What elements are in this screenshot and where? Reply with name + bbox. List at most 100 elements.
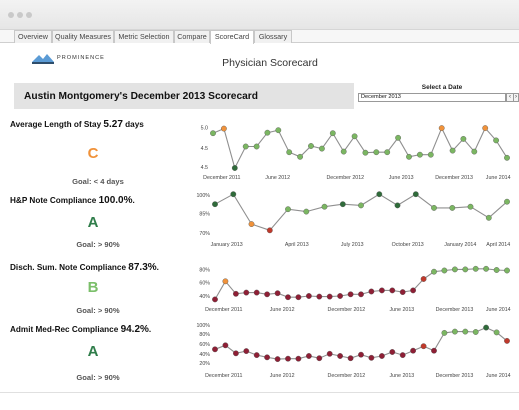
data-point[interactable] — [482, 125, 489, 132]
data-point[interactable] — [472, 329, 479, 335]
data-point[interactable] — [483, 324, 489, 331]
data-point[interactable] — [286, 149, 293, 156]
data-point[interactable] — [321, 203, 328, 210]
tab-glossary[interactable]: Glossary — [254, 30, 292, 43]
date-select-input[interactable]: December 2013 — [358, 93, 506, 102]
tab-metric-selection[interactable]: Metric Selection — [114, 30, 174, 43]
data-point[interactable] — [358, 202, 364, 209]
data-point[interactable] — [462, 266, 469, 273]
data-point[interactable] — [438, 125, 445, 132]
data-point[interactable] — [451, 266, 458, 273]
minimize-window-icon[interactable] — [17, 12, 23, 18]
data-point[interactable] — [504, 337, 510, 344]
data-point[interactable] — [358, 351, 364, 358]
data-point[interactable] — [347, 355, 354, 362]
data-point[interactable] — [410, 287, 417, 294]
data-point[interactable] — [275, 127, 282, 134]
data-point[interactable] — [493, 267, 500, 273]
data-point[interactable] — [362, 149, 369, 156]
data-point[interactable] — [460, 135, 467, 142]
data-point[interactable] — [373, 149, 380, 156]
data-point[interactable] — [504, 198, 510, 205]
data-point[interactable] — [329, 130, 336, 137]
data-point[interactable] — [358, 291, 364, 298]
data-point[interactable] — [242, 143, 249, 150]
data-point[interactable] — [243, 289, 250, 296]
tab-overview[interactable]: Overview — [14, 30, 52, 43]
data-point[interactable] — [337, 353, 344, 359]
data-point[interactable] — [253, 289, 260, 296]
data-point[interactable] — [316, 355, 323, 362]
data-point[interactable] — [412, 191, 419, 198]
data-point[interactable] — [472, 265, 479, 272]
data-point[interactable] — [493, 329, 500, 336]
data-point[interactable] — [389, 349, 396, 355]
data-point[interactable] — [493, 137, 499, 144]
data-point[interactable] — [340, 148, 347, 155]
data-point[interactable] — [306, 293, 312, 299]
data-point[interactable] — [368, 354, 375, 361]
data-point[interactable] — [431, 268, 437, 275]
data-point[interactable] — [212, 346, 218, 353]
data-point[interactable] — [378, 353, 385, 359]
data-point[interactable] — [210, 130, 216, 137]
data-point[interactable] — [221, 125, 227, 132]
data-point[interactable] — [431, 204, 437, 211]
data-point[interactable] — [406, 153, 412, 160]
data-point[interactable] — [306, 353, 312, 359]
data-point[interactable] — [285, 355, 291, 362]
data-point[interactable] — [378, 287, 385, 294]
data-point[interactable] — [253, 352, 260, 358]
data-point[interactable] — [264, 291, 271, 298]
data-point[interactable] — [347, 291, 354, 298]
data-point[interactable] — [326, 293, 333, 300]
data-point[interactable] — [420, 343, 427, 350]
data-point[interactable] — [274, 356, 281, 362]
data-point[interactable] — [410, 347, 417, 354]
data-point[interactable] — [295, 355, 302, 362]
data-point[interactable] — [394, 202, 401, 209]
data-point[interactable] — [233, 290, 239, 297]
data-point[interactable] — [253, 143, 260, 150]
data-point[interactable] — [467, 203, 474, 210]
data-point[interactable] — [318, 145, 325, 152]
data-point[interactable] — [248, 221, 255, 227]
data-point[interactable] — [483, 265, 489, 272]
data-point[interactable] — [337, 293, 344, 299]
tab-compare[interactable]: Compare — [174, 30, 210, 43]
data-point[interactable] — [351, 133, 358, 140]
close-window-icon[interactable] — [8, 12, 14, 18]
data-point[interactable] — [212, 201, 218, 208]
data-point[interactable] — [274, 290, 281, 297]
data-point[interactable] — [316, 293, 323, 300]
data-point[interactable] — [395, 134, 402, 141]
data-point[interactable] — [384, 149, 391, 156]
maximize-window-icon[interactable] — [26, 12, 32, 18]
data-point[interactable] — [295, 294, 302, 301]
data-point[interactable] — [285, 294, 291, 301]
data-point[interactable] — [441, 329, 448, 336]
data-point[interactable] — [212, 296, 218, 303]
data-point[interactable] — [233, 350, 239, 357]
data-point[interactable] — [222, 342, 229, 349]
data-point[interactable] — [449, 147, 456, 154]
data-point[interactable] — [449, 204, 456, 211]
data-point[interactable] — [266, 227, 273, 234]
data-point[interactable] — [326, 350, 333, 357]
data-point[interactable] — [297, 153, 304, 160]
data-point[interactable] — [427, 151, 434, 158]
data-point[interactable] — [264, 129, 271, 136]
data-point[interactable] — [441, 267, 448, 274]
data-point[interactable] — [462, 328, 469, 335]
data-point[interactable] — [303, 208, 310, 215]
data-point[interactable] — [504, 154, 510, 161]
data-point[interactable] — [451, 328, 458, 335]
next-date-button[interactable]: › — [513, 93, 519, 102]
data-point[interactable] — [399, 352, 406, 358]
data-point[interactable] — [308, 143, 314, 149]
tab-quality-measures[interactable]: Quality Measures — [52, 30, 114, 43]
data-point[interactable] — [222, 278, 229, 285]
data-point[interactable] — [485, 214, 492, 221]
data-point[interactable] — [243, 348, 250, 354]
data-point[interactable] — [420, 276, 427, 282]
